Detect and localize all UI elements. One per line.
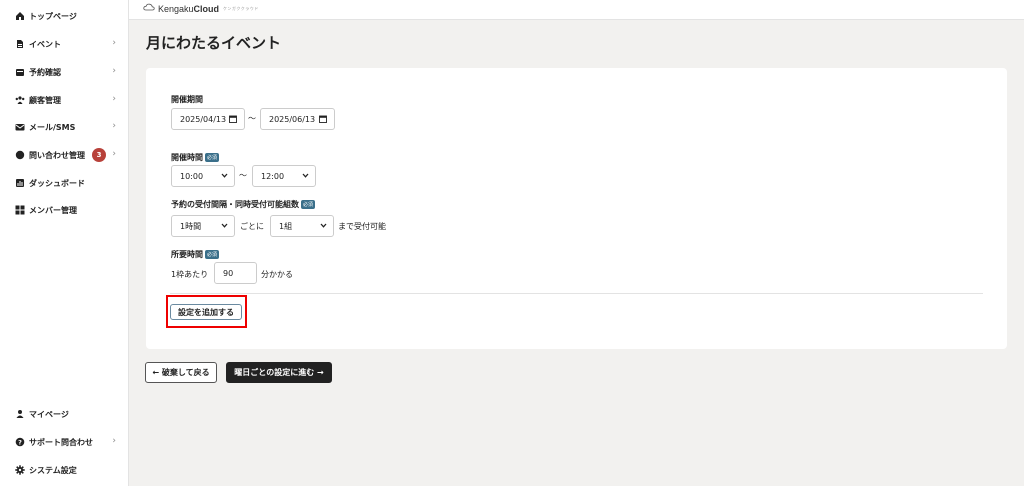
sidebar-item-label: サポート問合わせ — [29, 437, 93, 447]
sidebar-item-event[interactable]: イベント › — [0, 33, 128, 55]
interval-select[interactable]: 1時間 — [171, 215, 235, 237]
end-time-select[interactable]: 12:00 — [252, 165, 316, 187]
start-time-value: 10:00 — [180, 171, 204, 181]
date-range-separator: 〜 — [248, 114, 256, 123]
end-time-value: 12:00 — [261, 171, 285, 181]
sidebar-item-inquiry[interactable]: 問い合わせ管理 3 › — [0, 144, 128, 166]
chevron-right-icon: › — [112, 94, 116, 104]
duration-suffix: 分かかる — [261, 270, 293, 279]
chevron-down-icon — [320, 222, 327, 231]
mail-icon — [15, 122, 25, 132]
sidebar: トップページ イベント › 予約確認 › 顧客管理 › メール/SMS › 問い… — [0, 0, 129, 486]
chevron-right-icon: › — [112, 149, 116, 159]
groups-select[interactable]: 1組 — [270, 215, 334, 237]
chart-icon — [15, 178, 25, 188]
chevron-down-icon — [221, 172, 228, 181]
duration-prefix: 1枠あたり — [171, 270, 209, 279]
sidebar-item-label: 問い合わせ管理 — [29, 150, 85, 160]
brand-suffix: Cloud — [193, 3, 220, 14]
sidebar-item-mypage[interactable]: マイページ — [0, 403, 128, 425]
groups-suffix: まで受付可能 — [338, 222, 386, 231]
sidebar-item-label: メンバー管理 — [29, 205, 77, 215]
chevron-down-icon — [221, 222, 228, 231]
user-icon — [15, 409, 25, 419]
discard-back-button[interactable]: ← 破棄して戻る — [145, 362, 217, 383]
start-time-select[interactable]: 10:00 — [171, 165, 235, 187]
gear-icon — [15, 465, 25, 475]
sidebar-item-dashboard[interactable]: ダッシュボード — [0, 172, 128, 194]
required-badge: 必須 — [205, 153, 220, 162]
required-badge: 必須 — [205, 250, 220, 259]
end-date-value: 2025/06/13 — [269, 114, 316, 124]
start-date-input[interactable]: 2025/04/13 — [171, 108, 245, 130]
chevron-right-icon: › — [112, 66, 116, 76]
sidebar-item-label: マイページ — [29, 409, 69, 419]
sidebar-item-support[interactable]: ? サポート問合わせ › — [0, 431, 128, 453]
chevron-right-icon: › — [112, 38, 116, 48]
sidebar-item-label: 顧客管理 — [29, 95, 61, 105]
sidebar-item-label: メール/SMS — [29, 122, 76, 132]
required-badge: 必須 — [301, 200, 316, 209]
time-label: 開催時間 必須 — [171, 152, 220, 163]
interval-value: 1時間 — [180, 221, 202, 231]
sidebar-item-reservation[interactable]: 予約確認 › — [0, 61, 128, 83]
chat-icon — [15, 150, 25, 160]
brand-tagline: ケンガククラウド — [223, 5, 259, 11]
help-icon: ? — [15, 437, 25, 447]
time-range-separator: 〜 — [239, 171, 247, 180]
chevron-right-icon: › — [112, 436, 116, 446]
sidebar-item-label: ダッシュボード — [29, 178, 85, 188]
home-icon — [15, 11, 25, 21]
document-icon — [15, 39, 25, 49]
sidebar-item-label: イベント — [29, 39, 61, 49]
svg-text:?: ? — [18, 439, 22, 447]
time-label-text: 開催時間 — [171, 153, 203, 162]
sidebar-item-label: システム設定 — [29, 465, 77, 475]
groups-value: 1組 — [279, 221, 293, 231]
calendar-icon — [15, 67, 25, 77]
add-setting-button[interactable]: 設定を追加する — [170, 304, 242, 320]
duration-label-text: 所要時間 — [171, 250, 203, 259]
divider — [170, 293, 983, 294]
form-card: 開催期間 2025/04/13 〜 2025/06/13 開催時間 必須 10:… — [146, 68, 1007, 349]
notification-badge: 3 — [92, 148, 106, 162]
sidebar-item-settings[interactable]: システム設定 — [0, 459, 128, 481]
duration-label: 所要時間 必須 — [171, 249, 220, 260]
page-title: 月にわたるイベント — [146, 34, 282, 52]
interval-suffix: ごとに — [240, 222, 264, 231]
brand-prefix: Kengaku — [158, 3, 194, 14]
interval-label: 予約の受付間隔・同時受付可能組数 必須 — [171, 199, 316, 210]
top-bar: Kengaku Cloud ケンガククラウド — [129, 0, 1024, 20]
chevron-right-icon: › — [112, 121, 116, 131]
duration-value: 90 — [223, 268, 234, 278]
sidebar-item-members[interactable]: メンバー管理 — [0, 199, 128, 221]
sidebar-item-label: トップページ — [29, 11, 77, 21]
sidebar-item-customers[interactable]: 顧客管理 › — [0, 89, 128, 111]
next-weekday-settings-button[interactable]: 曜日ごとの設定に進む → — [226, 362, 332, 383]
sidebar-item-mail[interactable]: メール/SMS › — [0, 116, 128, 138]
period-label: 開催期間 — [171, 95, 203, 104]
calendar-icon[interactable] — [319, 115, 327, 125]
duration-input[interactable]: 90 — [214, 262, 257, 284]
interval-label-text: 予約の受付間隔・同時受付可能組数 — [171, 200, 299, 209]
brand-logo[interactable]: Kengaku Cloud ケンガククラウド — [143, 3, 259, 14]
calendar-icon[interactable] — [229, 115, 237, 125]
sidebar-item-label: 予約確認 — [29, 67, 61, 77]
end-date-input[interactable]: 2025/06/13 — [260, 108, 335, 130]
cloud-icon — [143, 3, 155, 14]
users-icon — [15, 95, 25, 105]
grid-icon — [15, 205, 25, 215]
start-date-value: 2025/04/13 — [180, 114, 227, 124]
chevron-down-icon — [302, 172, 309, 181]
sidebar-item-top[interactable]: トップページ — [0, 5, 128, 27]
